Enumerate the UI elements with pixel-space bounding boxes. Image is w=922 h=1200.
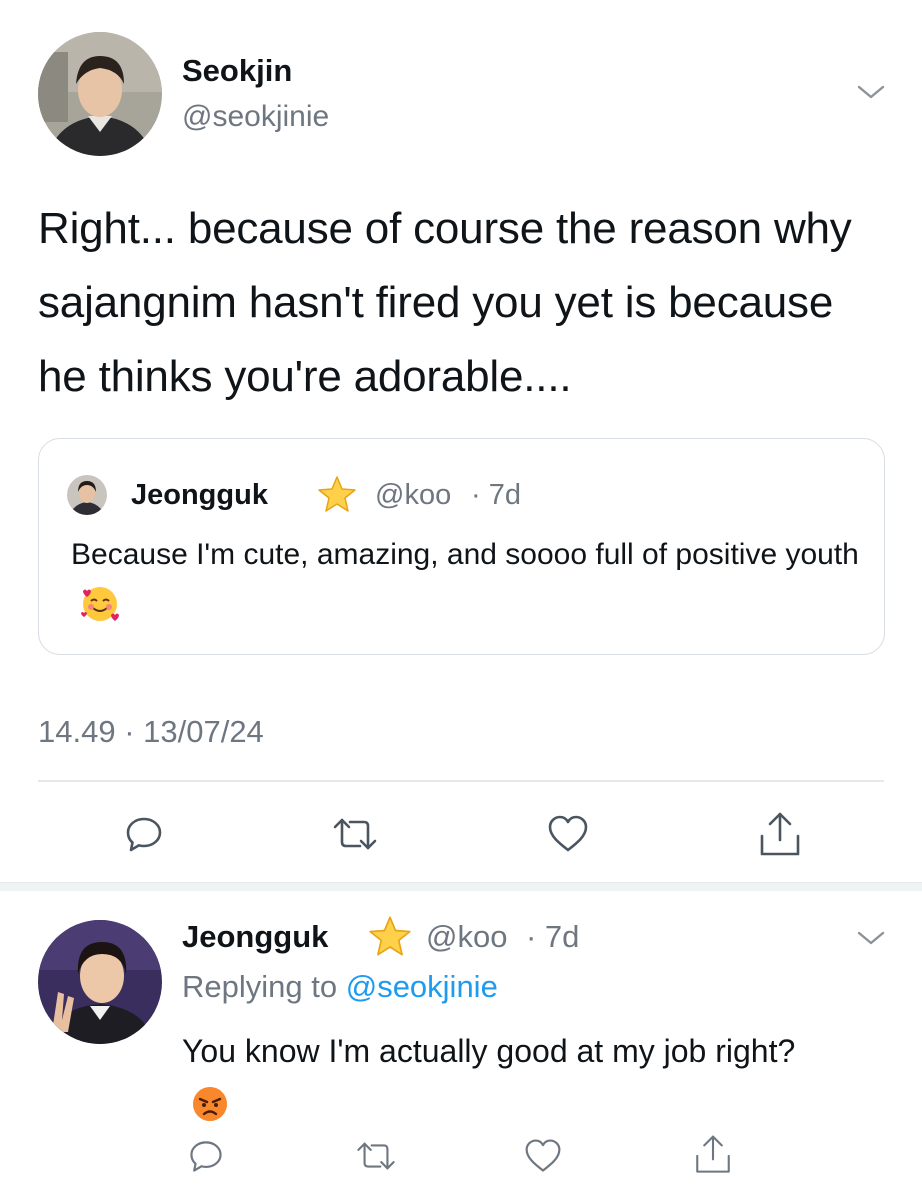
quoted-tweet-text: Because I'm cute, amazing, and soooo ful…	[71, 531, 861, 627]
retweet-icon[interactable]	[330, 812, 380, 856]
reply-more-options-chevron-icon[interactable]	[856, 926, 886, 948]
share-icon[interactable]	[756, 810, 804, 860]
reply-author-avatar[interactable]	[38, 920, 162, 1044]
quoted-age: · 7d	[471, 479, 521, 511]
quoted-author-name: Jeongguk	[131, 479, 268, 511]
quoted-author-avatar	[67, 475, 107, 515]
author-avatar[interactable]	[38, 32, 162, 156]
reply-like-icon[interactable]	[522, 1136, 564, 1176]
reply-reply-icon[interactable]	[186, 1136, 226, 1176]
tweet-timestamp[interactable]: 14.49 · 13/07/24	[38, 712, 264, 752]
angry-face-icon	[190, 1084, 230, 1124]
reply-age: · 7d	[526, 919, 580, 954]
reply-author-handle[interactable]: @koo	[426, 918, 507, 956]
divider	[38, 780, 884, 782]
quoted-tweet-card[interactable]: Jeongguk @koo · 7d Because I'm cute, ama…	[38, 438, 885, 655]
replying-to-line: Replying to @seokjinie	[182, 968, 498, 1006]
quoted-author-handle: @koo	[375, 479, 452, 511]
author-handle[interactable]: @seokjinie	[182, 98, 329, 136]
tweet-text: Right... because of course the reason wh…	[38, 204, 852, 401]
quoted-text-content: Because I'm cute, amazing, and soooo ful…	[71, 538, 859, 571]
main-tweet: Seokjin @seokjinie Right... because of c…	[0, 0, 922, 882]
reply-icon[interactable]	[122, 812, 166, 856]
more-options-chevron-icon[interactable]	[856, 80, 886, 102]
like-icon[interactable]	[545, 812, 591, 856]
star-emoji-icon	[317, 474, 357, 514]
reply-text: You know I'm actually good at my job rig…	[182, 1026, 822, 1126]
reply-star-emoji-icon	[368, 914, 412, 958]
author-name[interactable]: Seokjin	[182, 52, 292, 90]
reply-share-icon[interactable]	[692, 1132, 734, 1178]
reply-text-content: You know I'm actually good at my job rig…	[182, 1033, 796, 1069]
replying-to-prefix: Replying to	[182, 969, 338, 1004]
reply-author-name[interactable]: Jeongguk	[182, 918, 328, 956]
smiling-face-with-hearts-icon	[79, 583, 121, 625]
reply-retweet-icon[interactable]	[354, 1136, 398, 1176]
replying-to-handle-link[interactable]: @seokjinie	[346, 969, 498, 1004]
reply-tweet[interactable]: Jeongguk @koo · 7d Replying to @seokjini…	[0, 890, 922, 1200]
